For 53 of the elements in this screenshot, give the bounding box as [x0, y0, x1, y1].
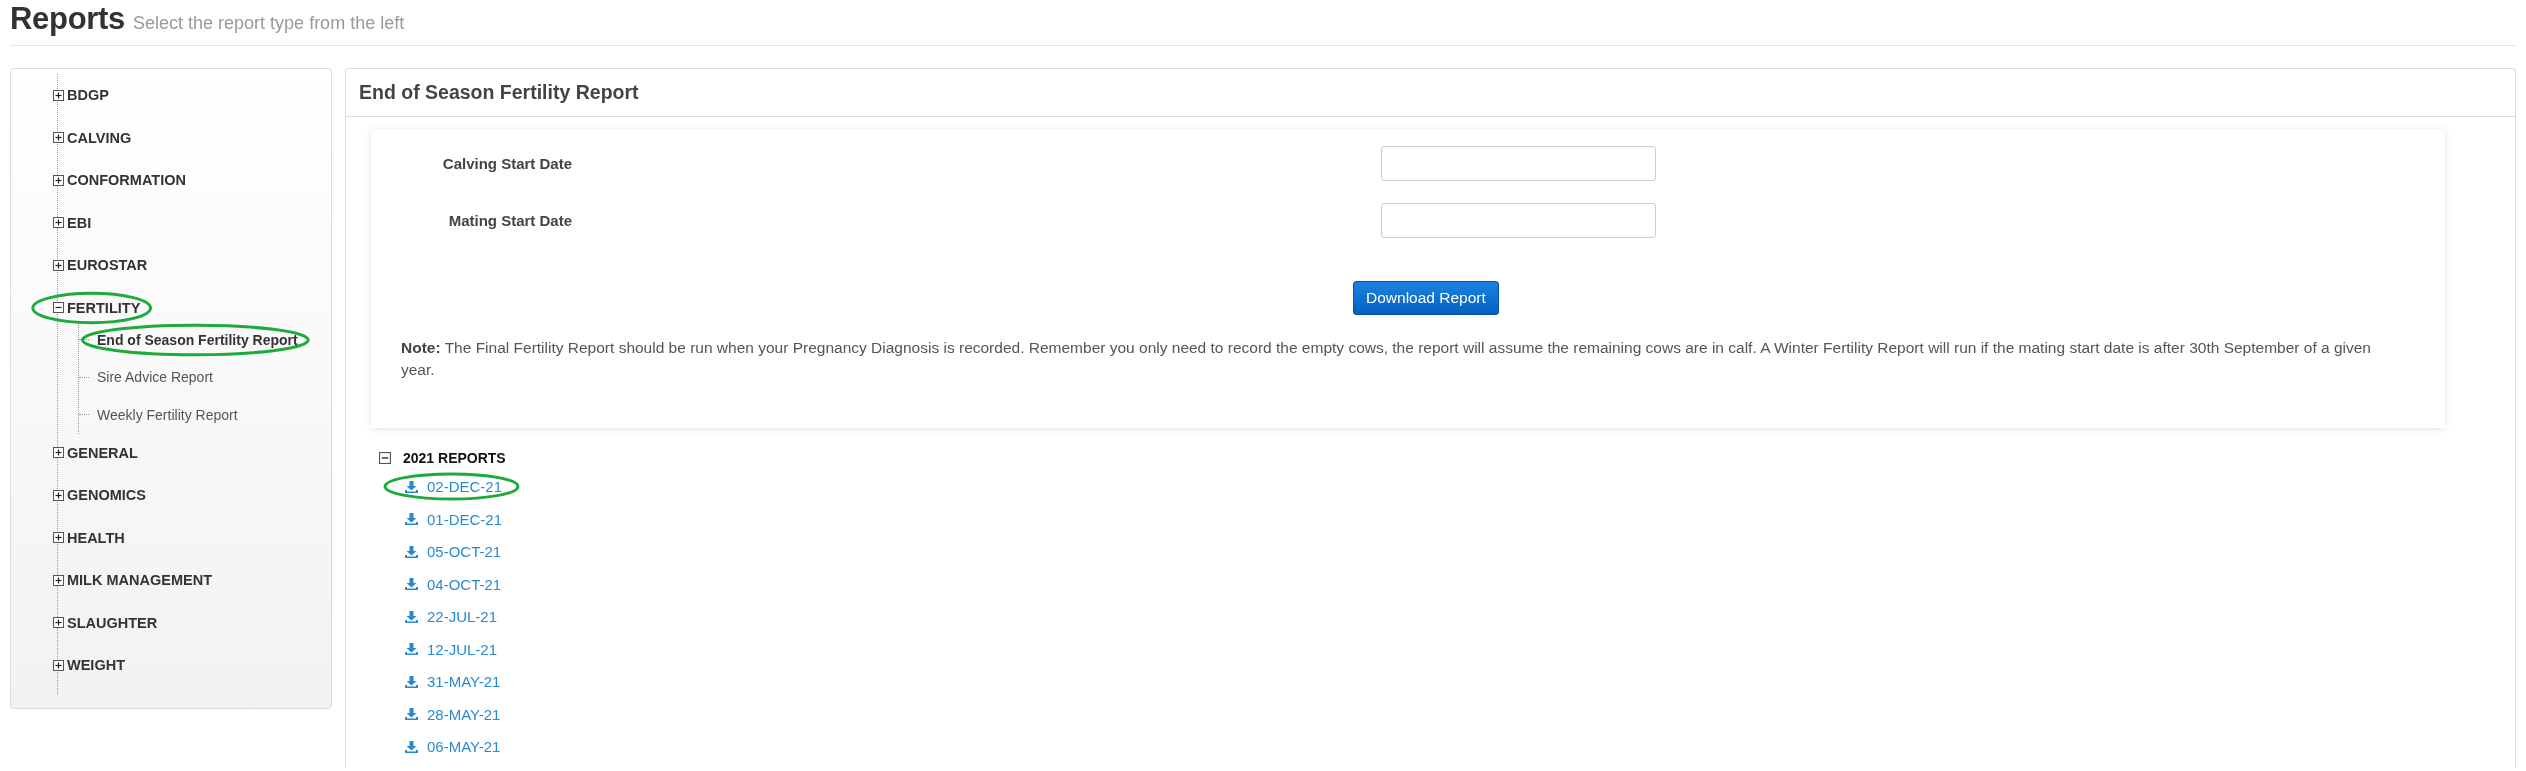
date-field[interactable]: [1381, 146, 1656, 181]
download-icon[interactable]: [405, 578, 418, 591]
plus-box-icon[interactable]: [53, 174, 64, 186]
category-item[interactable]: WEIGHT: [67, 657, 125, 674]
category-item[interactable]: SLAUGHTER: [67, 614, 158, 631]
download-icon[interactable]: [405, 643, 418, 656]
minus-box-icon[interactable]: [53, 302, 64, 314]
category-item[interactable]: GENERAL: [67, 444, 138, 461]
report-type-item[interactable]: Sire Advice Report: [97, 369, 213, 386]
report-link[interactable]: 06-MAY-21: [427, 738, 501, 756]
note-text: Note: The Final Fertility Report should be run when your Pregnancy Diagnosis is recorded. Remember you only need to record the empty cows, the report will assume the remaining cows are in calf. A Winter Fertility Report will run if the mating start date is after 30th September of a given year.: [401, 338, 2372, 380]
report-link[interactable]: 04-OCT-21: [427, 575, 502, 593]
plus-box-icon[interactable]: [53, 617, 64, 629]
report-group-label[interactable]: 2021 REPORTS: [403, 450, 506, 467]
page-title: Reports: [10, 1, 126, 37]
plus-box-icon[interactable]: [53, 89, 64, 101]
category-item[interactable]: MILK MANAGEMENT: [67, 572, 212, 589]
category-item[interactable]: GENOMICS: [67, 487, 146, 504]
report-link[interactable]: 28-MAY-21: [427, 705, 501, 723]
page-subtitle: Select the report type from the left: [133, 13, 405, 34]
report-type-item[interactable]: Weekly Fertility Report: [97, 406, 238, 423]
download-icon[interactable]: [405, 740, 418, 753]
download-icon[interactable]: [405, 610, 418, 623]
category-item[interactable]: CONFORMATION: [67, 172, 186, 189]
plus-box-icon[interactable]: [53, 259, 64, 271]
panel-title: End of Season Fertility Report: [359, 81, 639, 104]
minus-box-icon[interactable]: [379, 452, 391, 465]
download-icon[interactable]: [405, 675, 418, 688]
plus-box-icon[interactable]: [53, 574, 64, 586]
plus-box-icon[interactable]: [53, 659, 64, 671]
category-item[interactable]: HEALTH: [67, 529, 125, 546]
category-item[interactable]: EBI: [67, 214, 92, 231]
download-report-button[interactable]: Download Report: [1353, 281, 1499, 315]
plus-box-icon[interactable]: [53, 532, 64, 544]
category-item[interactable]: CALVING: [67, 129, 132, 146]
download-icon[interactable]: [405, 545, 418, 558]
plus-box-icon[interactable]: [53, 447, 64, 459]
field-label: Calving Start Date: [441, 155, 572, 172]
download-icon[interactable]: [405, 513, 418, 526]
download-icon[interactable]: [405, 708, 418, 721]
category-item[interactable]: EUROSTAR: [67, 257, 148, 274]
category-item[interactable]: BDGP: [67, 87, 109, 104]
report-link[interactable]: 12-JUL-21: [427, 640, 498, 658]
plus-box-icon[interactable]: [53, 489, 64, 501]
report-link[interactable]: 22-JUL-21: [427, 608, 498, 626]
report-link[interactable]: 01-DEC-21: [427, 510, 503, 528]
download-icon[interactable]: [405, 480, 418, 493]
date-field[interactable]: [1381, 203, 1656, 238]
field-label: Mating Start Date: [447, 212, 572, 229]
plus-box-icon[interactable]: [53, 132, 64, 144]
report-link[interactable]: 05-OCT-21: [427, 543, 502, 561]
report-link[interactable]: 31-MAY-21: [427, 673, 501, 691]
plus-box-icon[interactable]: [53, 217, 64, 229]
